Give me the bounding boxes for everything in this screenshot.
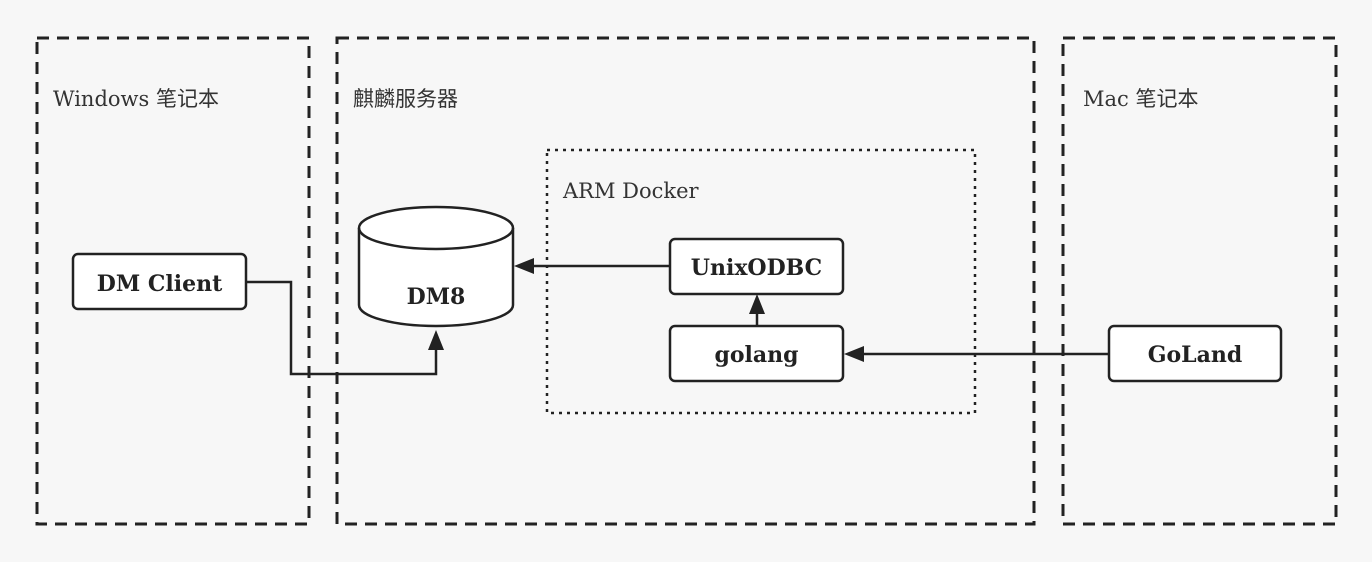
- edge-goland-to-golang: [844, 346, 1109, 362]
- group-mac-laptop: Mac 笔记本: [1061, 36, 1338, 526]
- edge-golang-to-unixodbc: [749, 294, 765, 326]
- node-golang-label: golang: [714, 342, 798, 368]
- node-dm-client: DM Client: [71, 252, 248, 311]
- node-dm8-database: DM8: [357, 205, 515, 328]
- node-unixodbc: UnixODBC: [668, 237, 845, 296]
- architecture-diagram: Windows 笔记本 麒麟服务器 Mac 笔记本 ARM Docker DM …: [35, 36, 1338, 526]
- group-docker-label: ARM Docker: [562, 179, 700, 203]
- group-windows-label: Windows 笔记本: [53, 87, 219, 111]
- node-goland: GoLand: [1107, 324, 1283, 383]
- node-unixodbc-label: UnixODBC: [691, 255, 822, 281]
- edge-unixodbc-to-dm8: [514, 258, 670, 274]
- node-golang: golang: [668, 324, 845, 383]
- node-dm8-label: DM8: [407, 284, 466, 310]
- group-mac-label: Mac 笔记本: [1083, 87, 1198, 111]
- node-dm-client-label: DM Client: [97, 271, 223, 297]
- node-goland-label: GoLand: [1148, 342, 1243, 368]
- group-kylin-label: 麒麟服务器: [353, 87, 458, 111]
